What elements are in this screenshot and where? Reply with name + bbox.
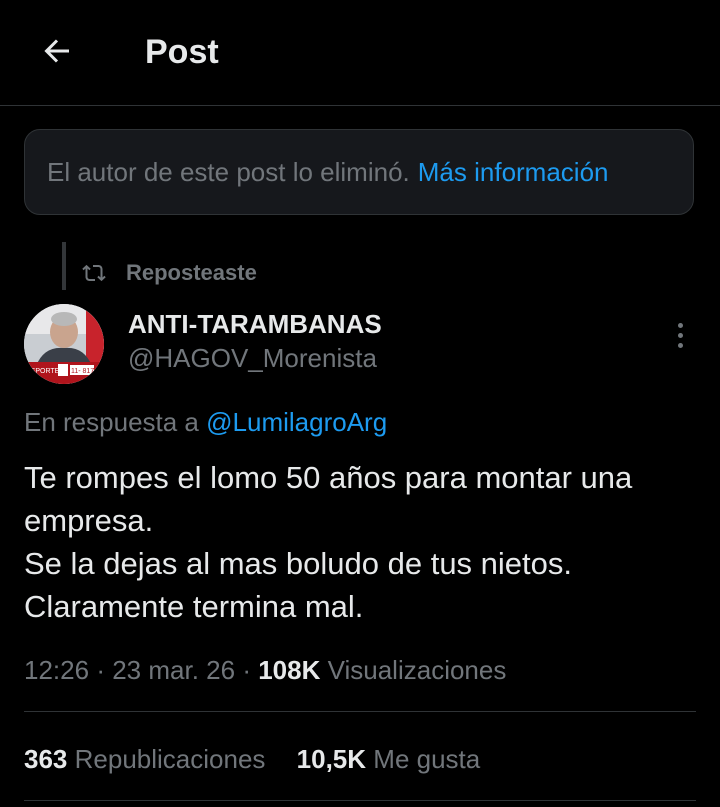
meta-separator: · — [242, 655, 251, 685]
avatar[interactable]: ASPORTE 11- 817 — [24, 304, 104, 384]
engagement-stats: 363 Republicaciones 10,5K Me gusta — [24, 741, 504, 777]
arrow-left-icon — [44, 39, 69, 63]
likes-count: 10,5K — [296, 744, 367, 774]
dot-icon — [677, 342, 683, 348]
post-metadata: 12:26 · 23 mar. 26 · 108K Visualizacione… — [24, 652, 506, 688]
likes-label: Me gusta — [373, 744, 481, 774]
post-line: Te rompes el lomo 50 años para montar un… — [24, 460, 633, 495]
dot-icon — [677, 332, 683, 338]
likes-stat[interactable]: 10,5K Me gusta — [297, 744, 481, 774]
meta-separator: · — [96, 655, 105, 685]
reposts-label: Republicaciones — [74, 744, 266, 774]
notice-text: El autor de este post lo eliminó. — [47, 156, 410, 187]
post-time[interactable]: 12:26 — [24, 655, 89, 685]
post-line: empresa. — [24, 503, 154, 538]
reposts-count: 363 — [24, 744, 68, 774]
dot-icon — [677, 322, 683, 328]
reposts-stat[interactable]: 363 Republicaciones — [24, 744, 273, 774]
post-text: Te rompes el lomo 50 años para montar un… — [24, 456, 704, 628]
more-info-link[interactable]: Más información — [418, 157, 609, 188]
reply-prefix: En respuesta a — [24, 407, 199, 437]
back-button[interactable] — [36, 30, 78, 72]
views-count: 108K — [258, 655, 321, 685]
post-date[interactable]: 23 mar. 26 — [112, 655, 235, 685]
repost-icon — [82, 264, 106, 282]
avatar-caption-left: ASPORTE — [26, 368, 60, 375]
page-title: Post — [145, 33, 219, 71]
thread-line — [62, 242, 66, 290]
author-name[interactable]: ANTI-TARAMBANAS — [128, 308, 382, 340]
views-label: Visualizaciones — [327, 655, 507, 685]
deleted-post-notice: El autor de este post lo eliminó. Más in… — [24, 129, 694, 215]
author-handle[interactable]: @HAGOV_Morenista — [128, 342, 377, 374]
post-line: Claramente termina mal. — [24, 589, 364, 624]
reply-mention-link[interactable]: @LumilagroArg — [206, 407, 387, 437]
reply-context: En respuesta a @LumilagroArg — [24, 405, 387, 439]
avatar-image: ASPORTE 11- 817 — [24, 304, 104, 384]
post-line: Se la dejas al mas boludo de tus nietos. — [24, 546, 573, 581]
more-options-button[interactable] — [666, 318, 694, 352]
avatar-caption-right: 11- 817 — [71, 368, 94, 375]
divider — [24, 711, 696, 712]
top-bar: Post — [0, 0, 720, 106]
repost-indicator: Reposteaste — [82, 258, 257, 288]
repost-label: Reposteaste — [126, 260, 257, 285]
divider — [24, 800, 696, 801]
